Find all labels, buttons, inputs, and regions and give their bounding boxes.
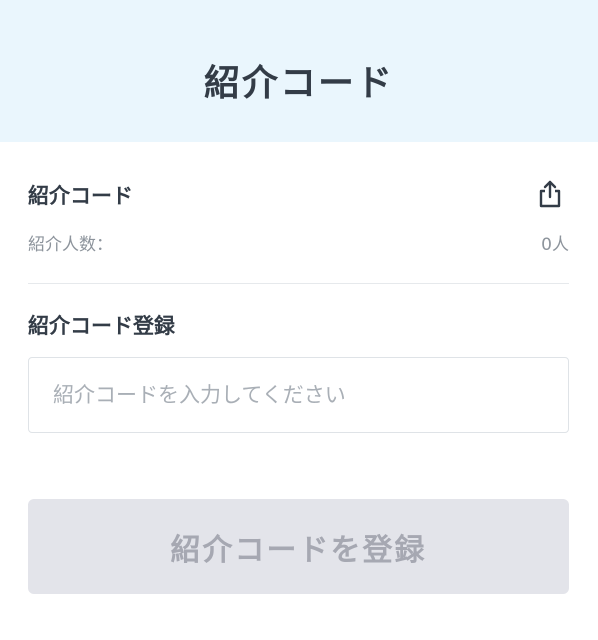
register-code-button[interactable]: 紹介コードを登録 [28, 499, 569, 594]
referral-content: 紹介コード 紹介人数： 0人 紹介コード登録 紹介コードを登録 [28, 142, 569, 640]
divider [28, 283, 569, 284]
page-header: 紹介コード [0, 0, 598, 142]
referral-count-label: 紹介人数： [28, 235, 113, 255]
referral-count-row: 紹介人数： 0人 [28, 230, 569, 256]
page-title: 紹介コード [203, 63, 394, 104]
share-icon [539, 180, 561, 208]
referral-code-label: 紹介コード [28, 184, 133, 208]
referral-code-input[interactable] [28, 357, 569, 433]
share-button[interactable] [535, 178, 565, 210]
register-code-label: 紹介コード登録 [28, 314, 175, 338]
referral-code-row: 紹介コード [28, 178, 569, 212]
referral-count-value: 0人 [541, 235, 569, 255]
